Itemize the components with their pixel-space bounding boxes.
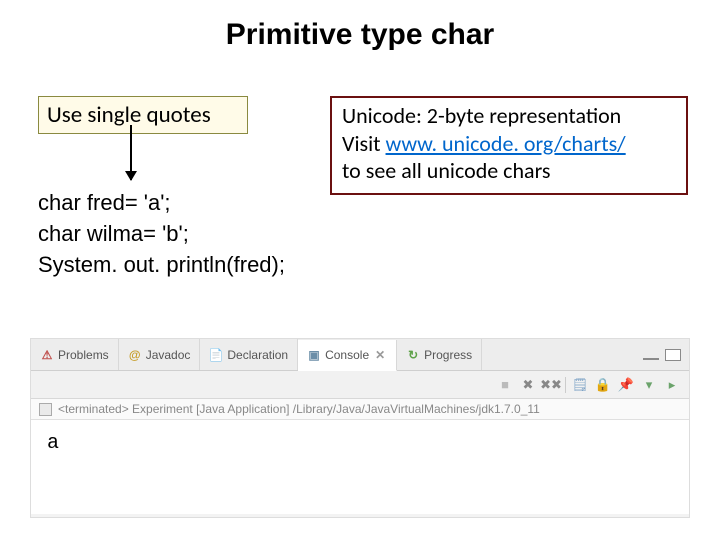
progress-icon: ↻ [406,348,420,362]
ide-tabs: ⚠ Problems @ Javadoc 📄 Declaration ▣ Con… [31,339,689,371]
pin-console-button[interactable]: 📌 [617,376,635,394]
unicode-line3: to see all unicode chars [342,157,676,185]
minimize-view-button[interactable] [643,356,659,360]
scroll-lock-button[interactable]: 🔒 [594,376,612,394]
code-line-3: System. out. println(fred); [38,250,285,281]
unicode-link[interactable]: www. unicode. org/charts/ [386,130,626,157]
eclipse-panel: ⚠ Problems @ Javadoc 📄 Declaration ▣ Con… [30,338,690,518]
code-line-1: char fred= 'a'; [38,188,285,219]
declaration-icon: 📄 [209,348,223,362]
tab-javadoc[interactable]: @ Javadoc [119,339,201,370]
close-icon[interactable]: ✕ [373,348,387,362]
code-block: char fred= 'a'; char wilma= 'b'; System.… [38,188,285,280]
tab-problems-label: Problems [58,348,109,362]
console-output: a [31,420,689,514]
javadoc-icon: @ [128,348,142,362]
problems-icon: ⚠ [40,348,54,362]
unicode-visit-prefix: Visit [342,130,386,157]
console-status-bar: <terminated> Experiment [Java Applicatio… [31,399,689,420]
console-status-text: <terminated> Experiment [Java Applicatio… [58,402,540,416]
remove-all-button[interactable]: ✖✖ [542,376,560,394]
code-line-2: char wilma= 'b'; [38,219,285,250]
tab-console[interactable]: ▣ Console ✕ [298,340,397,371]
view-controls [643,349,689,361]
arrow-to-quote [130,125,132,180]
terminated-icon [39,403,52,416]
use-single-quotes-callout: Use single quotes [38,96,248,134]
unicode-line1: Unicode: 2-byte representation [342,102,676,130]
tab-declaration-label: Declaration [227,348,288,362]
console-icon: ▣ [307,348,321,362]
open-console-button[interactable]: ▸ [663,376,681,394]
slide-title: Primitive type char [0,18,720,52]
console-toolbar: ■ ✖ ✖✖ 🗒 🔒 📌 ▾ ▸ [31,371,689,399]
terminate-button[interactable]: ■ [496,376,514,394]
unicode-info-box: Unicode: 2-byte representation Visit www… [330,96,688,195]
maximize-view-button[interactable] [665,349,681,361]
tab-console-label: Console [325,348,369,362]
tab-problems[interactable]: ⚠ Problems [31,339,119,370]
tab-javadoc-label: Javadoc [146,348,191,362]
remove-launch-button[interactable]: ✖ [519,376,537,394]
tab-declaration[interactable]: 📄 Declaration [200,339,298,370]
display-selected-console-button[interactable]: ▾ [640,376,658,394]
tab-progress[interactable]: ↻ Progress [397,339,482,370]
clear-console-button[interactable]: 🗒 [571,376,589,394]
tab-progress-label: Progress [424,348,472,362]
